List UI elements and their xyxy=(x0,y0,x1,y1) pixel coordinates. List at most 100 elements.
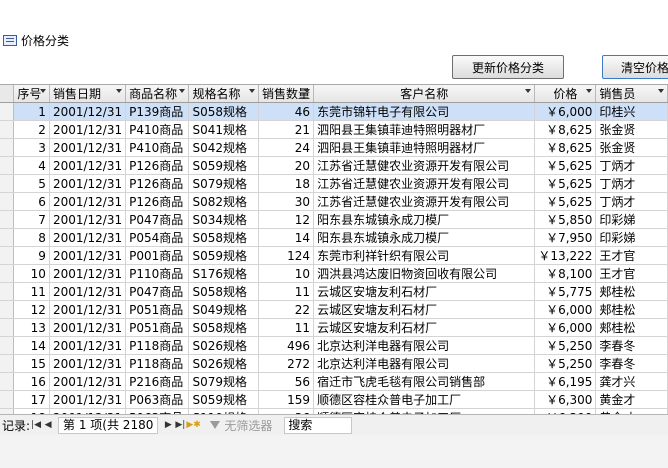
table-cell[interactable]: ￥6,000 xyxy=(534,300,597,319)
next-record-icon[interactable]: ▶ xyxy=(162,420,174,430)
table-cell[interactable]: P139商品 xyxy=(125,102,190,121)
table-cell[interactable]: P051商品 xyxy=(125,318,190,337)
table-cell[interactable]: 郏桂松 xyxy=(595,300,668,319)
table-cell[interactable]: ￥6,000 xyxy=(534,102,597,121)
table-cell[interactable]: 2001/12/31 xyxy=(49,156,127,175)
row-selector[interactable] xyxy=(0,102,15,121)
table-cell[interactable]: 李春冬 xyxy=(595,354,668,373)
table-cell[interactable]: S034规格 xyxy=(188,210,260,229)
table-cell[interactable]: 272 xyxy=(258,354,315,373)
row-selector[interactable] xyxy=(0,264,15,283)
table-cell[interactable]: 阳东县东城镇永成刀模厂 xyxy=(313,210,536,229)
table-cell[interactable]: 5 xyxy=(13,174,50,193)
table-cell[interactable]: 124 xyxy=(258,246,315,265)
row-selector[interactable] xyxy=(0,210,15,229)
form-tab[interactable]: 价格分类 xyxy=(0,28,668,52)
table-cell[interactable]: ￥6,000 xyxy=(534,318,597,337)
table-cell[interactable]: ￥13,222 xyxy=(534,246,597,265)
table-cell[interactable]: ￥6,300 xyxy=(534,390,597,409)
table-cell[interactable]: 郏桂松 xyxy=(595,282,668,301)
table-cell[interactable]: 24 xyxy=(258,138,315,157)
table-cell[interactable]: 9 xyxy=(13,246,50,265)
table-cell[interactable]: P063商品 xyxy=(125,390,190,409)
table-row[interactable]: 15 2001/12/31 P118商品 S026规格 272 北京达利洋电器有限公司 ￥5… xyxy=(0,354,668,373)
table-cell[interactable]: 江苏省迁慧健农业资源开发有限公司 xyxy=(313,174,536,193)
table-cell[interactable]: 东莞市利祥针织有限公司 xyxy=(313,246,536,265)
table-cell[interactable]: 18 xyxy=(258,174,315,193)
table-cell[interactable]: P410商品 xyxy=(125,120,190,139)
new-record-icon[interactable]: ▶✱ xyxy=(186,420,200,430)
column-header-sale-date[interactable]: 销售日期 xyxy=(49,85,127,103)
row-selector[interactable] xyxy=(0,120,15,139)
table-cell[interactable]: 江苏省迁慧健农业资源开发有限公司 xyxy=(313,192,536,211)
table-cell[interactable]: S042规格 xyxy=(188,138,260,157)
table-cell[interactable]: 14 xyxy=(258,228,315,247)
table-cell[interactable]: ￥5,775 xyxy=(534,282,597,301)
table-cell[interactable]: 北京达利洋电器有限公司 xyxy=(313,336,536,355)
table-cell[interactable]: 东莞市锦轩电子有限公司 xyxy=(313,102,536,121)
dropdown-arrow-icon[interactable] xyxy=(249,89,256,93)
table-cell[interactable]: 郏桂松 xyxy=(595,318,668,337)
table-row[interactable]: 8 2001/12/31 P054商品 S058规格 14 阳东县东城镇永成刀模厂 ￥7,9… xyxy=(0,228,668,247)
table-cell[interactable]: 10 xyxy=(13,264,50,283)
table-cell[interactable]: 印彩娣 xyxy=(595,210,668,229)
table-cell[interactable]: 张金贤 xyxy=(595,138,668,157)
table-cell[interactable]: S059规格 xyxy=(188,246,260,265)
table-cell[interactable]: P126商品 xyxy=(125,174,190,193)
table-cell[interactable]: 3 xyxy=(13,138,50,157)
table-cell[interactable]: S082规格 xyxy=(188,192,260,211)
table-cell[interactable]: 北京达利洋电器有限公司 xyxy=(313,354,536,373)
first-record-icon[interactable]: |◀ xyxy=(30,420,42,430)
table-cell[interactable]: 12 xyxy=(13,300,50,319)
table-row[interactable]: 3 2001/12/31 P410商品 S042规格 24 泗阳县王集镇菲迪特照明器材厂 ￥… xyxy=(0,138,668,157)
row-selector[interactable] xyxy=(0,228,15,247)
table-cell[interactable]: 2001/12/31 xyxy=(49,120,127,139)
select-all-corner[interactable] xyxy=(0,85,15,103)
column-header-seq[interactable]: 序号 xyxy=(13,85,50,103)
table-cell[interactable]: 496 xyxy=(258,336,315,355)
table-cell[interactable]: 王才官 xyxy=(595,264,668,283)
dropdown-arrow-icon[interactable] xyxy=(525,89,532,93)
table-cell[interactable]: P410商品 xyxy=(125,138,190,157)
table-cell[interactable]: 12 xyxy=(258,210,315,229)
table-cell[interactable]: 2001/12/31 xyxy=(49,354,127,373)
table-cell[interactable]: 56 xyxy=(258,372,315,391)
table-row[interactable]: 5 2001/12/31 P126商品 S079规格 18 江苏省迁慧健农业资源开发有限公… xyxy=(0,174,668,193)
table-cell[interactable]: P054商品 xyxy=(125,228,190,247)
table-cell[interactable]: P051商品 xyxy=(125,300,190,319)
table-cell[interactable]: 云城区安塘友利石材厂 xyxy=(313,300,536,319)
table-cell[interactable]: 2001/12/31 xyxy=(49,246,127,265)
table-cell[interactable]: P047商品 xyxy=(125,210,190,229)
column-header-product[interactable]: 商品名称 xyxy=(125,85,190,103)
table-cell[interactable]: 泗洪县鸿达废旧物资回收有限公司 xyxy=(313,264,536,283)
filter-toggle[interactable]: 无筛选器 xyxy=(210,417,272,434)
table-cell[interactable]: P216商品 xyxy=(125,372,190,391)
table-cell[interactable]: 王才官 xyxy=(595,246,668,265)
dropdown-arrow-icon[interactable] xyxy=(586,89,593,93)
table-cell[interactable]: 丁炳才 xyxy=(595,192,668,211)
table-cell[interactable]: 2001/12/31 xyxy=(49,372,127,391)
table-cell[interactable]: S058规格 xyxy=(188,318,260,337)
table-cell[interactable]: 7 xyxy=(13,210,50,229)
table-cell[interactable]: 6 xyxy=(13,192,50,211)
table-cell[interactable]: 阳东县东城镇永成刀模厂 xyxy=(313,228,536,247)
table-cell[interactable]: 顺德区容桂众普电子加工厂 xyxy=(313,390,536,409)
row-selector[interactable] xyxy=(0,300,15,319)
table-cell[interactable]: 云城区安塘友利石材厂 xyxy=(313,282,536,301)
table-cell[interactable]: ￥5,625 xyxy=(534,174,597,193)
column-header-spec[interactable]: 规格名称 xyxy=(188,85,260,103)
column-header-customer[interactable]: 客户名称 xyxy=(313,85,536,103)
table-cell[interactable]: 1 xyxy=(13,102,50,121)
table-cell[interactable]: S041规格 xyxy=(188,120,260,139)
row-selector[interactable] xyxy=(0,192,15,211)
update-price-category-button[interactable]: 更新价格分类 xyxy=(452,55,564,79)
row-selector[interactable] xyxy=(0,156,15,175)
table-cell[interactable]: ￥7,950 xyxy=(534,228,597,247)
table-row[interactable]: 9 2001/12/31 P001商品 S059规格 124 东莞市利祥针织有限公司 ￥13… xyxy=(0,246,668,265)
table-row[interactable]: 7 2001/12/31 P047商品 S034规格 12 阳东县东城镇永成刀模厂 ￥5,8… xyxy=(0,210,668,229)
previous-record-icon[interactable]: ◀ xyxy=(42,420,54,430)
table-cell[interactable]: ￥8,625 xyxy=(534,138,597,157)
column-header-price[interactable]: 价格 xyxy=(534,85,597,103)
table-cell[interactable]: 11 xyxy=(258,282,315,301)
table-row[interactable]: 17 2001/12/31 P063商品 S059规格 159 顺德区容桂众普电子加工厂 ￥… xyxy=(0,390,668,409)
